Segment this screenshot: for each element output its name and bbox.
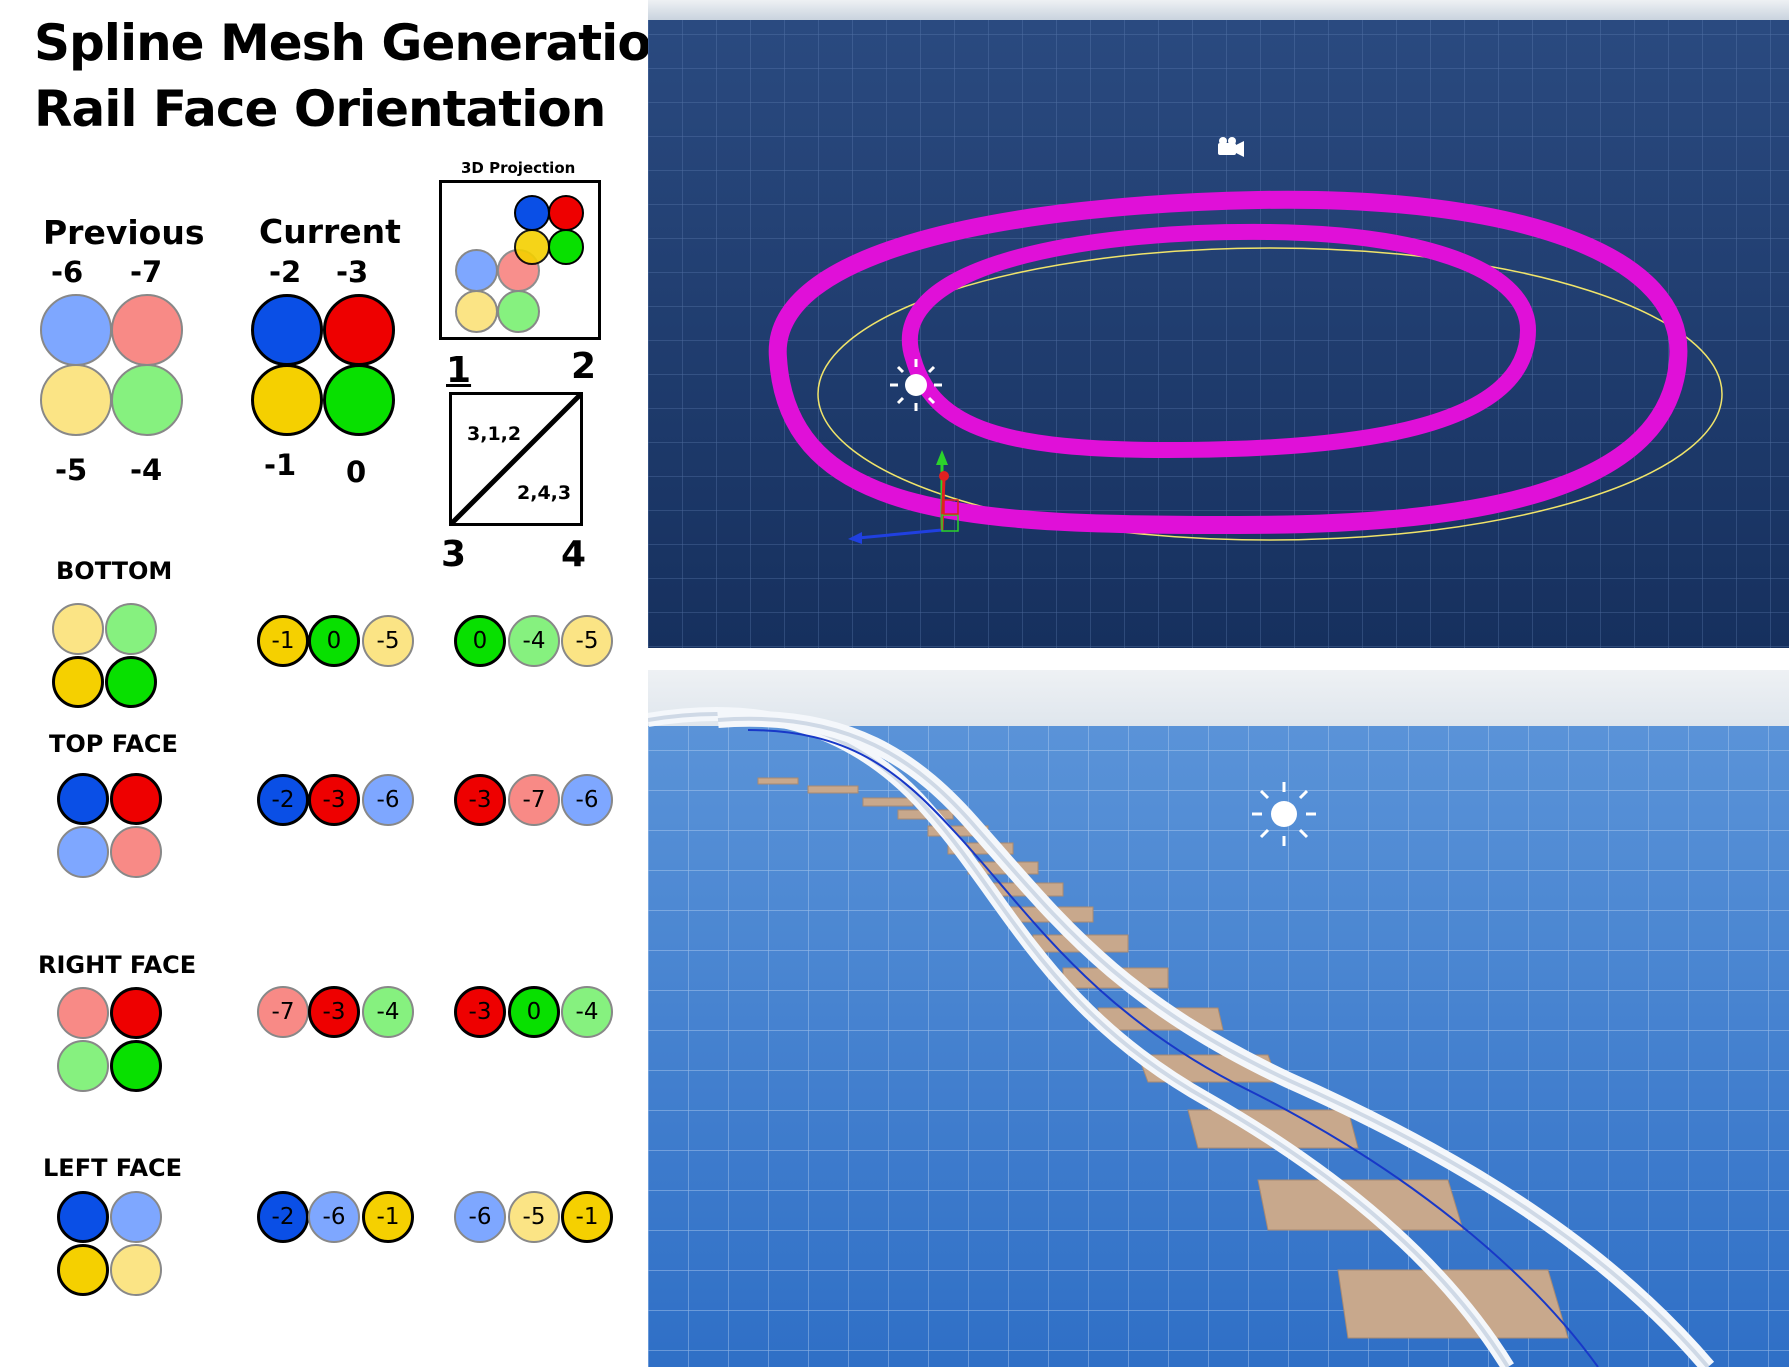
bottom-tri-b-vertex-1: 0 — [454, 615, 506, 667]
sky — [648, 670, 1789, 726]
bottom-yellow-light-circle — [52, 603, 104, 655]
title-line-2: Rail Face Orientation — [34, 80, 606, 138]
face-label-left: LEFT FACE — [43, 1154, 183, 1182]
left-blue-circle — [57, 1191, 109, 1243]
top-red-circle — [110, 773, 162, 825]
previous-blue-light-circle — [40, 294, 112, 366]
projection-green-circle — [548, 229, 584, 265]
projection-red-circle — [548, 195, 584, 231]
left-yellow-circle — [57, 1244, 109, 1296]
top-tri-b-vertex-2: -7 — [508, 774, 560, 826]
spline-loop-scene — [648, 0, 1789, 648]
sky — [648, 0, 1789, 20]
rail-track-scene — [648, 670, 1789, 1367]
previous-top-left-number: -6 — [51, 255, 84, 289]
projection-green-light-circle — [497, 290, 540, 333]
current-top-left-number: -2 — [269, 255, 302, 289]
projection-yellow-circle — [514, 229, 550, 265]
previous-red-light-circle — [111, 294, 183, 366]
current-green-circle — [323, 364, 395, 436]
previous-green-light-circle — [111, 364, 183, 436]
previous-bottom-left-number: -5 — [55, 453, 88, 487]
left-tri-b-vertex-1: -6 — [454, 1191, 506, 1243]
current-label: Current — [259, 212, 401, 251]
right-green-circle — [110, 1040, 162, 1092]
top-blue-circle — [57, 773, 109, 825]
face-label-bottom: BOTTOM — [56, 557, 173, 585]
ground-grid — [648, 20, 1789, 648]
projection-label: 3D Projection — [461, 159, 576, 177]
bottom-green-light-circle — [105, 603, 157, 655]
top-tri-b-vertex-1: -3 — [454, 774, 506, 826]
right-tri-b-vertex-3: -4 — [561, 986, 613, 1038]
bottom-tri-a-vertex-2: 0 — [308, 615, 360, 667]
left-tri-b-vertex-2: -5 — [508, 1191, 560, 1243]
left-tri-a-vertex-2: -6 — [308, 1191, 360, 1243]
projection-box — [439, 180, 601, 340]
top-red-light-circle — [110, 826, 162, 878]
rail-track-viewport[interactable] — [648, 670, 1789, 1367]
previous-bottom-right-number: -4 — [130, 453, 163, 487]
diagram-panel: Spline Mesh Generation Rail Face Orienta… — [0, 0, 686, 1367]
top-tri-a-vertex-1: -2 — [257, 774, 309, 826]
right-green-light-circle — [57, 1040, 109, 1092]
top-blue-light-circle — [57, 826, 109, 878]
sun-light-icon[interactable] — [1252, 782, 1316, 846]
projection-blue-light-circle — [455, 249, 498, 292]
corner-label-3: 3 — [441, 534, 467, 575]
current-yellow-circle — [251, 364, 323, 436]
right-tri-b-vertex-2: 0 — [508, 986, 560, 1038]
right-tri-a-vertex-3: -4 — [362, 986, 414, 1038]
bottom-tri-b-vertex-2: -4 — [508, 615, 560, 667]
face-label-top: TOP FACE — [49, 730, 178, 758]
corner-label-4: 4 — [561, 534, 587, 575]
corner-label-1: 1 — [446, 350, 472, 391]
top-tri-a-vertex-2: -3 — [308, 774, 360, 826]
projection-yellow-light-circle — [455, 290, 498, 333]
left-blue-light-circle — [110, 1191, 162, 1243]
left-tri-b-vertex-3: -1 — [561, 1191, 613, 1243]
right-red-light-circle — [57, 987, 109, 1039]
right-tri-b-vertex-1: -3 — [454, 986, 506, 1038]
upper-triangle-label: 3,1,2 — [467, 423, 522, 445]
title-line-1: Spline Mesh Generation — [34, 14, 686, 72]
current-top-right-number: -3 — [336, 255, 369, 289]
lower-triangle-label: 2,4,3 — [517, 482, 572, 504]
top-tri-b-vertex-3: -6 — [561, 774, 613, 826]
corner-label-2: 2 — [571, 346, 597, 387]
right-tri-a-vertex-2: -3 — [308, 986, 360, 1038]
bottom-tri-a-vertex-1: -1 — [257, 615, 309, 667]
right-red-circle — [110, 987, 162, 1039]
left-tri-a-vertex-1: -2 — [257, 1191, 309, 1243]
previous-yellow-light-circle — [40, 364, 112, 436]
current-red-circle — [323, 294, 395, 366]
face-label-right: RIGHT FACE — [38, 951, 197, 979]
top-tri-a-vertex-3: -6 — [362, 774, 414, 826]
current-blue-circle — [251, 294, 323, 366]
current-bottom-right-number: 0 — [346, 455, 367, 489]
right-tri-a-vertex-1: -7 — [257, 986, 309, 1038]
viewport-separator — [648, 648, 1789, 670]
left-yellow-light-circle — [110, 1244, 162, 1296]
current-bottom-left-number: -1 — [264, 448, 297, 482]
projection-blue-circle — [514, 195, 550, 231]
bottom-tri-a-vertex-3: -5 — [362, 615, 414, 667]
previous-label: Previous — [43, 213, 205, 252]
bottom-green-circle — [105, 656, 157, 708]
bottom-yellow-circle — [52, 656, 104, 708]
left-tri-a-vertex-3: -1 — [362, 1191, 414, 1243]
previous-top-right-number: -7 — [130, 255, 163, 289]
quad-split-diagram — [449, 392, 583, 526]
spline-loop-viewport[interactable] — [648, 0, 1789, 648]
bottom-tri-b-vertex-3: -5 — [561, 615, 613, 667]
